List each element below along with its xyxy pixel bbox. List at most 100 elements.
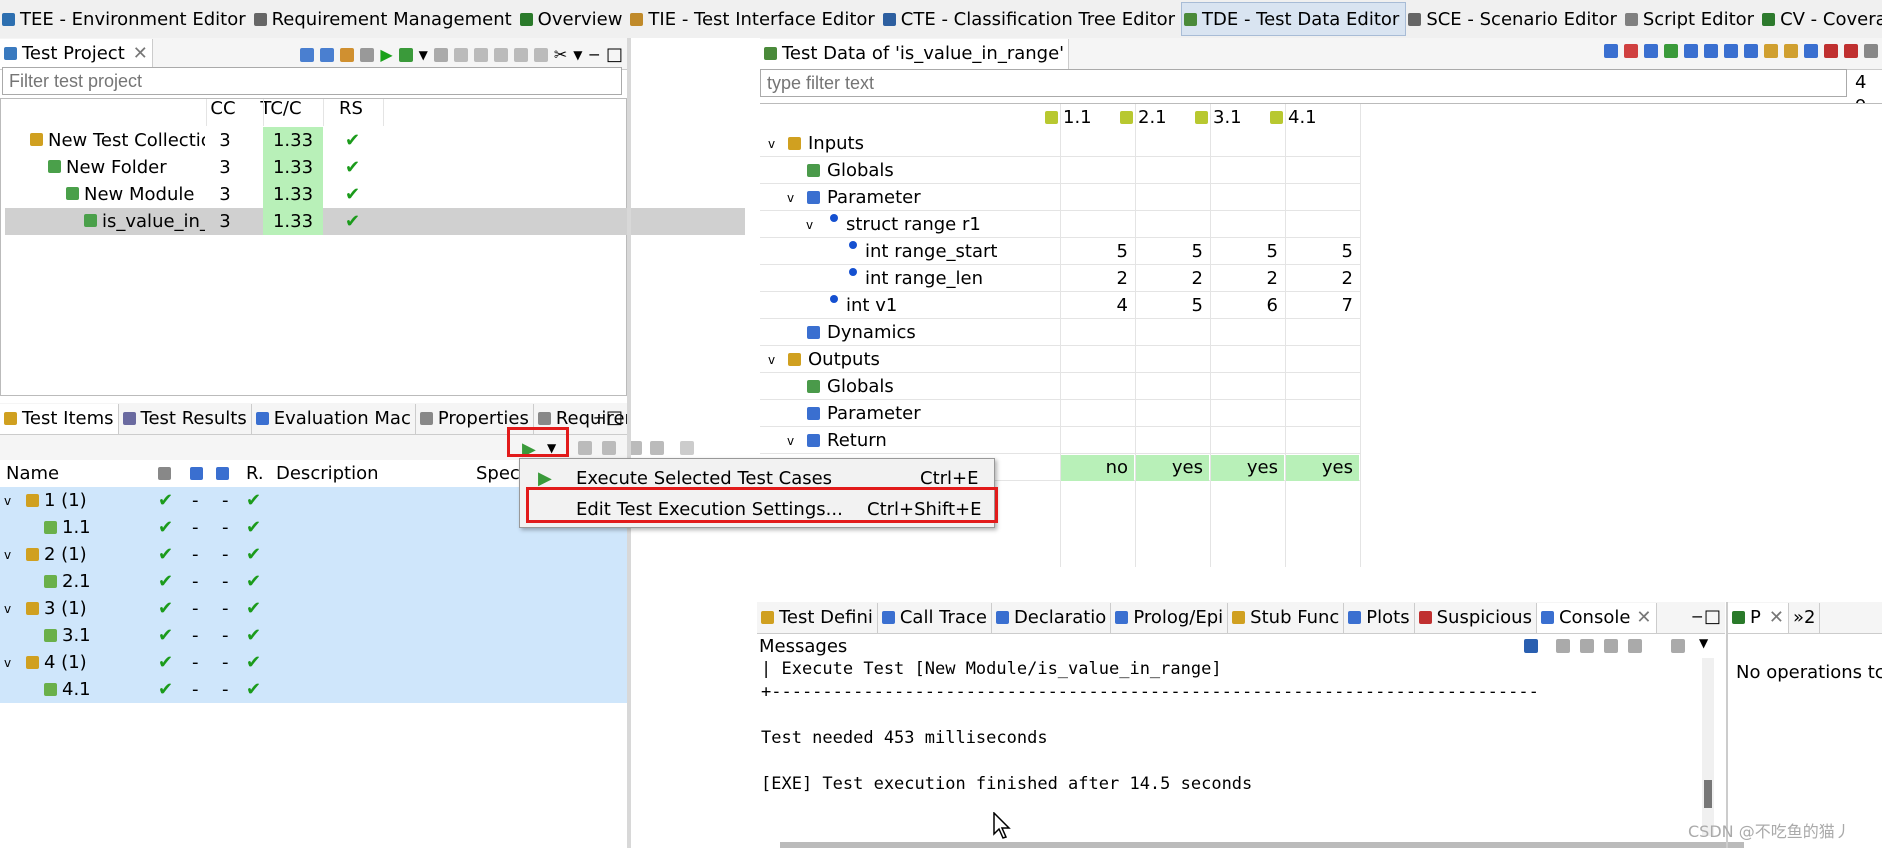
tool-icon[interactable]	[1664, 44, 1678, 58]
export-icon[interactable]	[320, 47, 335, 62]
items-row[interactable]: v4 (1) ✔ - - ✔	[0, 649, 627, 676]
import-icon[interactable]	[300, 47, 315, 62]
tool-icon[interactable]	[1824, 44, 1838, 58]
project-filter-input[interactable]	[2, 67, 622, 95]
maximize-icon[interactable]: □	[606, 44, 623, 65]
tab-console-4[interactable]: Stub Func	[1228, 602, 1345, 633]
tab-items-2[interactable]: Evaluation Mac	[252, 403, 416, 434]
perspective-6[interactable]: SCE - Scenario Editor	[1406, 2, 1623, 36]
perspective-1[interactable]: Requirement Management	[252, 2, 518, 36]
tab-console-7[interactable]: Console ✕	[1536, 602, 1657, 633]
data-value[interactable]: 5	[1211, 239, 1284, 265]
data-value[interactable]: 2	[1136, 266, 1209, 292]
dropdown-icon[interactable]: ▼	[419, 48, 428, 62]
view-menu-icon[interactable]: ▼	[573, 48, 582, 62]
data-row[interactable]: v Return	[760, 427, 1360, 454]
tool-icon[interactable]	[650, 441, 664, 455]
tab-console-3[interactable]: Prolog/Epi	[1111, 602, 1229, 633]
data-row[interactable]: int v1 4 5 6 7	[760, 292, 1360, 319]
filter-icon[interactable]: ✂	[554, 45, 567, 64]
tab-items-1[interactable]: Test Results	[119, 403, 252, 434]
tool-icon[interactable]	[473, 47, 488, 62]
tool-icon[interactable]	[1864, 44, 1878, 58]
data-row[interactable]: int range_len 2 2 2 2	[760, 265, 1360, 292]
expand-icon[interactable]: v	[806, 218, 813, 232]
expand-icon[interactable]: v	[4, 548, 11, 562]
data-value[interactable]: 6	[1211, 293, 1284, 319]
tool-icon[interactable]	[1844, 44, 1858, 58]
tab-console-1[interactable]: Call Trace	[878, 602, 992, 633]
minimize-icon[interactable]: ‒	[589, 44, 600, 65]
data-value[interactable]: 7	[1286, 293, 1359, 319]
data-value[interactable]: 5	[1286, 239, 1359, 265]
tool-icon[interactable]	[453, 47, 468, 62]
tool-icon[interactable]	[1764, 44, 1778, 58]
perspective-0[interactable]: TEE - Environment Editor	[0, 2, 252, 36]
items-row[interactable]: v3 (1) ✔ - - ✔	[0, 595, 627, 622]
console-scrollbar[interactable]	[1702, 658, 1714, 836]
tool-icon[interactable]	[533, 47, 548, 62]
data-row[interactable]: Globals	[760, 373, 1360, 400]
tab-test-project[interactable]: Test Project ✕	[0, 38, 153, 69]
data-row[interactable]: v Parameter	[760, 184, 1360, 211]
close-icon[interactable]: ✕	[1636, 607, 1651, 628]
data-value[interactable]: 4	[1061, 293, 1134, 319]
perspective-7[interactable]: Script Editor	[1623, 2, 1760, 36]
items-row[interactable]: 3.1 ✔ - - ✔	[0, 622, 627, 649]
run-icon[interactable]: ▶	[380, 45, 392, 64]
tool-icon[interactable]	[1628, 639, 1642, 653]
expand-icon[interactable]: v	[787, 191, 794, 205]
tab-console-5[interactable]: Plots	[1344, 602, 1415, 633]
perspective-4[interactable]: CTE - Classification Tree Editor	[881, 2, 1181, 36]
expand-icon[interactable]: v	[787, 434, 794, 448]
minimize-icon[interactable]: ‒	[594, 407, 605, 428]
data-row[interactable]: Dynamics	[760, 319, 1360, 346]
tool-icon[interactable]	[513, 47, 528, 62]
tool-icon[interactable]	[1644, 44, 1658, 58]
data-value[interactable]: yes	[1211, 454, 1284, 481]
tab-console-6[interactable]: Suspicious	[1415, 602, 1537, 633]
splitter[interactable]	[627, 38, 631, 848]
expand-icon[interactable]: v	[4, 656, 11, 670]
tool-icon[interactable]	[1671, 639, 1685, 653]
tool-icon[interactable]	[1684, 44, 1698, 58]
data-value[interactable]: 2	[1211, 266, 1284, 292]
expand-icon[interactable]: v	[768, 353, 775, 367]
tool-icon[interactable]	[1580, 639, 1594, 653]
data-row[interactable]: v Outputs	[760, 346, 1360, 373]
data-value[interactable]: 5	[1061, 239, 1134, 265]
data-value[interactable]: 2	[1286, 266, 1359, 292]
tool-icon[interactable]	[680, 441, 694, 455]
data-value[interactable]: yes	[1136, 454, 1209, 481]
tool-icon[interactable]	[1784, 44, 1798, 58]
tool-icon[interactable]	[1556, 639, 1570, 653]
project-row[interactable]: New Module 3 1.33 ✔	[5, 181, 745, 208]
data-row[interactable]: Parameter	[760, 400, 1360, 427]
testdata-filter-input[interactable]	[760, 69, 1847, 97]
settings-icon[interactable]	[340, 47, 355, 62]
data-value[interactable]: 5	[1136, 293, 1209, 319]
maximize-icon[interactable]: □	[606, 407, 623, 428]
tool-icon[interactable]	[433, 47, 448, 62]
items-row[interactable]: 4.1 ✔ - - ✔	[0, 676, 627, 703]
data-row[interactable]: int range_start 5 5 5 5	[760, 238, 1360, 265]
tool-icon[interactable]	[1704, 44, 1718, 58]
tab-side-p[interactable]: P ✕	[1728, 602, 1789, 633]
project-row[interactable]: New Folder 3 1.33 ✔	[5, 154, 745, 181]
run-config-icon[interactable]	[398, 47, 413, 62]
expand-icon[interactable]: v	[768, 137, 775, 151]
tool-icon[interactable]	[1604, 639, 1618, 653]
tool-icon[interactable]	[493, 47, 508, 62]
tool-icon[interactable]	[1744, 44, 1758, 58]
data-row[interactable]: Globals	[760, 157, 1360, 184]
tab-side-overflow[interactable]: »2	[1789, 602, 1821, 633]
data-value[interactable]: no	[1061, 454, 1134, 481]
maximize-icon[interactable]: □	[1704, 606, 1721, 627]
tool-icon[interactable]	[1624, 44, 1638, 58]
data-value[interactable]: 5	[1136, 239, 1209, 265]
perspective-3[interactable]: TIE - Test Interface Editor	[628, 2, 880, 36]
data-value[interactable]: yes	[1286, 454, 1359, 481]
project-row[interactable]: is_value_in_ 3 1.33 ✔	[5, 208, 745, 235]
console-hscroll[interactable]	[780, 842, 1744, 848]
tab-console-0[interactable]: Test Defini	[757, 602, 878, 633]
